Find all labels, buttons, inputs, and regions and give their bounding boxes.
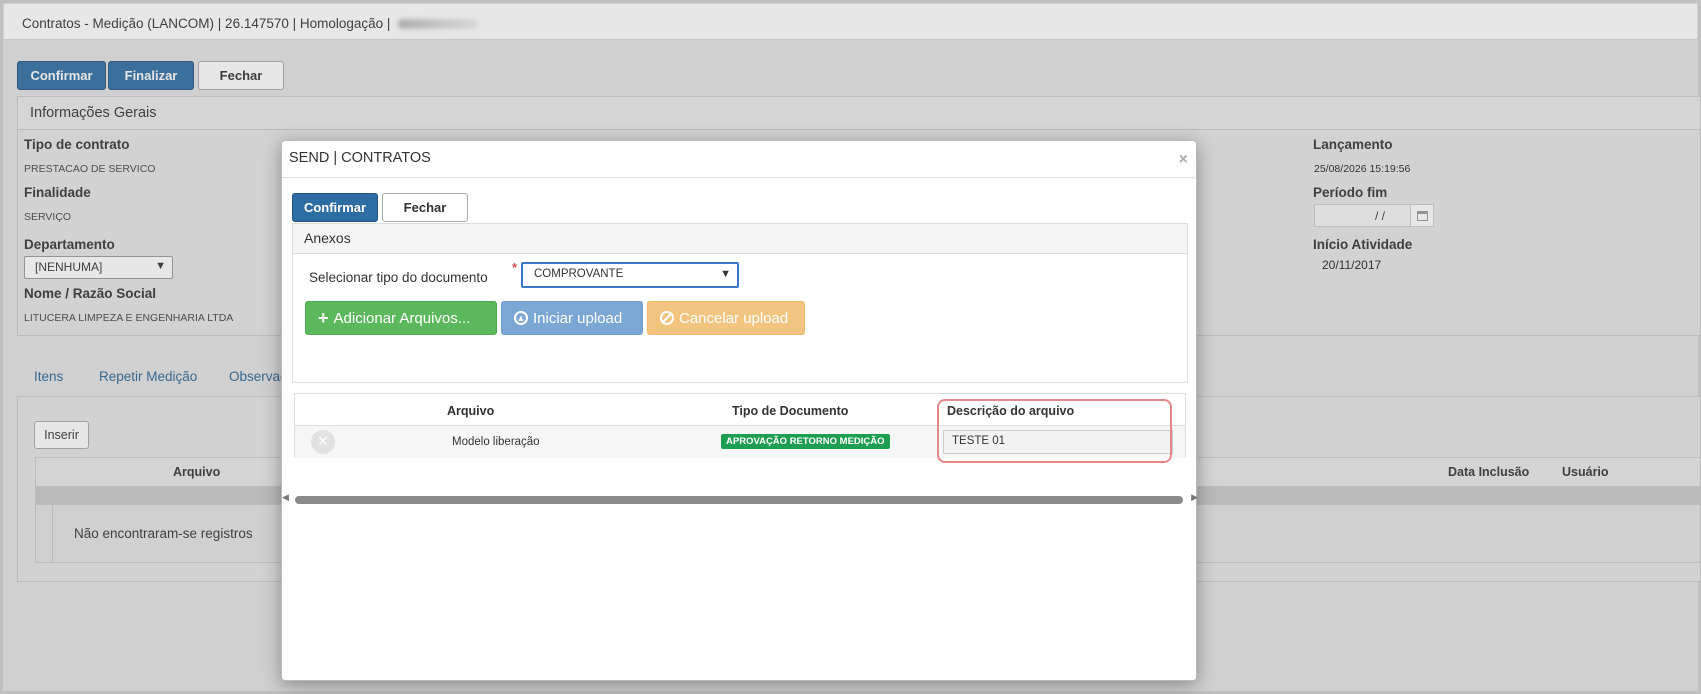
remove-row-icon[interactable]: × (311, 430, 335, 454)
row-file-name: Modelo liberação (452, 436, 540, 448)
required-mark: * (512, 260, 518, 275)
cancel-upload-label: Cancelar upload (679, 309, 789, 327)
close-icon[interactable]: × (1179, 151, 1188, 169)
modal-divider (282, 177, 1196, 178)
scroll-thumb[interactable] (295, 496, 1183, 504)
attachments-panel: Anexos Selecionar tipo do documento * CO… (292, 223, 1188, 383)
scroll-right-icon[interactable]: ▶ (1191, 492, 1198, 503)
plus-icon: + (318, 307, 329, 328)
modal-title: SEND | CONTRATOS (289, 150, 431, 166)
add-files-label: Adicionar Arquivos... (333, 309, 471, 327)
upload-col-file: Arquivo (447, 404, 495, 418)
chevron-down-icon: ▼ (720, 268, 731, 280)
upload-icon: ▲ (514, 311, 528, 325)
doc-type-select[interactable]: COMPROVANTE ▼ (521, 262, 739, 288)
doc-type-select-value: COMPROVANTE (534, 268, 624, 280)
attachments-heading: Anexos (293, 224, 1187, 254)
modal-close-button[interactable]: Fechar (382, 193, 468, 222)
ban-icon (660, 311, 674, 325)
start-upload-label: Iniciar upload (533, 309, 623, 327)
description-highlight (937, 399, 1172, 463)
horizontal-scrollbar[interactable]: ◀ ▶ (282, 492, 1198, 508)
upload-modal: SEND | CONTRATOS × Confirmar Fechar Anex… (281, 140, 1198, 681)
start-upload-button[interactable]: ▲ Iniciar upload (501, 301, 643, 335)
modal-confirm-button[interactable]: Confirmar (292, 193, 378, 222)
cancel-upload-button[interactable]: Cancelar upload (647, 301, 805, 335)
scroll-left-icon[interactable]: ◀ (282, 492, 289, 503)
upload-col-doc-type: Tipo de Documento (732, 404, 849, 418)
add-files-button[interactable]: + Adicionar Arquivos... (305, 301, 497, 335)
doc-type-badge: APROVAÇÃO RETORNO MEDIÇÃO (721, 434, 890, 449)
doc-type-label: Selecionar tipo do documento (309, 270, 488, 285)
